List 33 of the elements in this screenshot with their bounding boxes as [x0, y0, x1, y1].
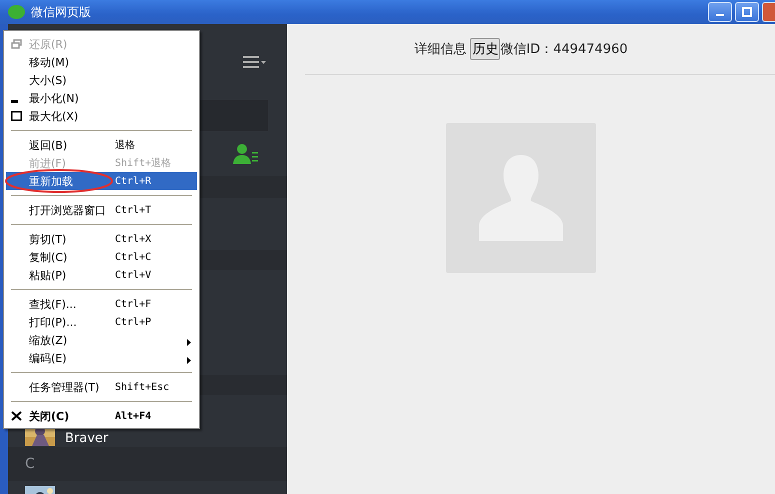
menu-item[interactable]: 打印(P)... Ctrl+P — [6, 313, 197, 331]
menu-item[interactable]: 复制(C) Ctrl+C — [6, 248, 197, 266]
minimize-icon — [716, 14, 724, 16]
wechat-id: 微信ID：449474960 — [500, 41, 628, 58]
maximize-button[interactable] — [735, 2, 759, 22]
minimize-button[interactable] — [708, 2, 732, 22]
tab-label[interactable]: 详细信息 — [414, 40, 466, 58]
window-title: 微信网页版 — [31, 4, 92, 20]
menu-icon[interactable] — [243, 55, 267, 69]
menu-item[interactable]: 重新加载 Ctrl+R — [6, 172, 197, 190]
menu-item[interactable]: 缩放(Z) — [6, 331, 197, 349]
menu-item[interactable]: 剪切(T) Ctrl+X — [6, 230, 197, 248]
contact-name[interactable]: Braver — [65, 431, 108, 446]
menu-item[interactable]: 移动(M) — [6, 53, 197, 71]
menu-item[interactable]: 打开浏览器窗口 Ctrl+T — [6, 201, 197, 219]
section-letter: C — [8, 447, 287, 481]
maximize-icon — [11, 110, 22, 120]
app-icon — [8, 5, 25, 19]
restore-icon — [11, 38, 22, 48]
menu-item[interactable]: 返回(B) 退格 — [6, 136, 197, 154]
menu-item[interactable]: 粘贴(P) Ctrl+V — [6, 266, 197, 284]
menu-item[interactable]: 最小化(N) — [6, 89, 197, 107]
maximize-icon — [742, 7, 752, 17]
history-button[interactable]: 历史 — [470, 38, 500, 60]
menu-item[interactable]: 任务管理器(T) Shift+Esc — [6, 378, 197, 396]
contacts-icon[interactable] — [233, 142, 259, 164]
menu-item[interactable]: 编码(E) — [6, 349, 197, 367]
menu-item[interactable]: 最大化(X) — [6, 107, 197, 125]
minimize-icon — [11, 100, 18, 102]
close-icon — [11, 410, 22, 420]
menu-item[interactable]: 查找(F)... Ctrl+F — [6, 295, 197, 313]
menu-item[interactable]: 大小(S) — [6, 71, 197, 89]
menu-item[interactable]: 关闭(C) Alt+F4 — [6, 407, 197, 425]
